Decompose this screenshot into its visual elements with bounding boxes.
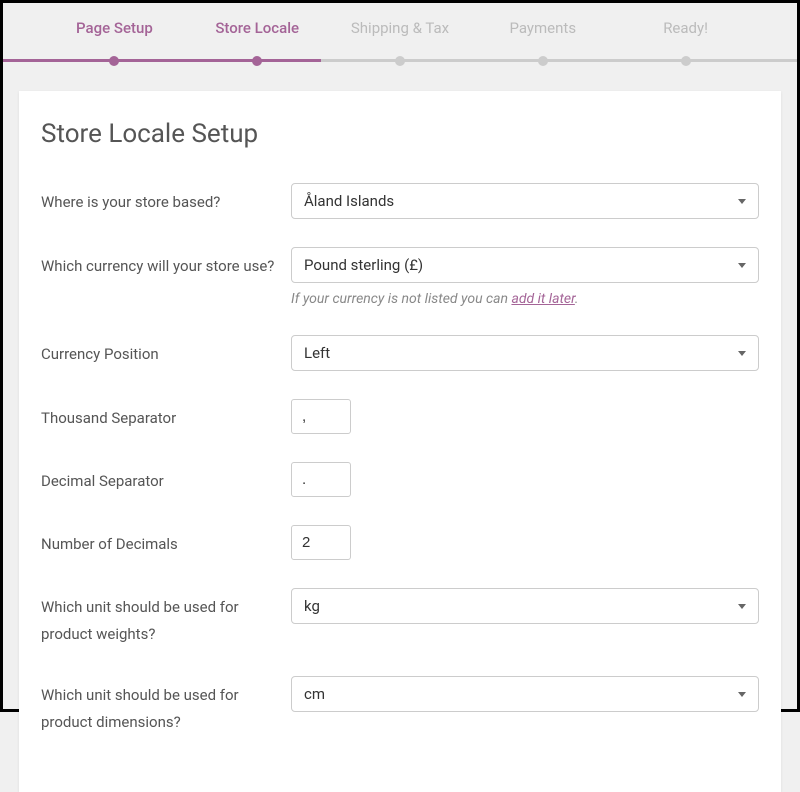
step-page-setup[interactable]: Page Setup xyxy=(43,19,186,61)
row-currency-position: Currency Position Left xyxy=(41,335,759,371)
chevron-down-icon xyxy=(738,692,746,697)
row-weight-unit: Which unit should be used for product we… xyxy=(41,588,759,648)
row-country: Where is your store based? Åland Islands xyxy=(41,183,759,219)
page-title: Store Locale Setup xyxy=(41,119,759,149)
chevron-down-icon xyxy=(738,199,746,204)
select-dimension-unit-value: cm xyxy=(304,685,325,703)
label-thousand-sep: Thousand Separator xyxy=(41,399,291,432)
select-currency-position-value: Left xyxy=(304,344,330,362)
label-decimal-sep: Decimal Separator xyxy=(41,462,291,495)
row-decimal-sep: Decimal Separator xyxy=(41,462,759,497)
select-currency-value: Pound sterling (£) xyxy=(304,256,423,274)
label-dimension-unit: Which unit should be used for product di… xyxy=(41,676,291,736)
select-country-value: Åland Islands xyxy=(304,192,394,210)
add-currency-link[interactable]: add it later xyxy=(511,291,574,307)
select-weight-unit-value: kg xyxy=(304,597,320,615)
label-country: Where is your store based? xyxy=(41,183,291,216)
input-thousand-sep[interactable] xyxy=(291,399,351,434)
chevron-down-icon xyxy=(738,263,746,268)
label-currency-position: Currency Position xyxy=(41,335,291,368)
label-num-decimals: Number of Decimals xyxy=(41,525,291,558)
select-weight-unit[interactable]: kg xyxy=(291,588,759,624)
row-thousand-sep: Thousand Separator xyxy=(41,399,759,434)
row-currency: Which currency will your store use? Poun… xyxy=(41,247,759,307)
step-ready: Ready! xyxy=(614,19,757,61)
select-currency[interactable]: Pound sterling (£) xyxy=(291,247,759,283)
currency-hint: If your currency is not listed you can a… xyxy=(291,291,759,307)
step-store-locale[interactable]: Store Locale xyxy=(186,19,329,61)
label-weight-unit: Which unit should be used for product we… xyxy=(41,588,291,648)
chevron-down-icon xyxy=(738,351,746,356)
chevron-down-icon xyxy=(738,604,746,609)
row-num-decimals: Number of Decimals xyxy=(41,525,759,560)
select-dimension-unit[interactable]: cm xyxy=(291,676,759,712)
select-currency-position[interactable]: Left xyxy=(291,335,759,371)
row-dimension-unit: Which unit should be used for product di… xyxy=(41,676,759,736)
select-country[interactable]: Åland Islands xyxy=(291,183,759,219)
step-payments: Payments xyxy=(471,19,614,61)
label-currency: Which currency will your store use? xyxy=(41,247,291,280)
wizard-steps: Page Setup Store Locale Shipping & Tax P… xyxy=(3,3,797,61)
input-decimal-sep[interactable] xyxy=(291,462,351,497)
input-num-decimals[interactable] xyxy=(291,525,351,560)
content-panel: Store Locale Setup Where is your store b… xyxy=(19,91,781,792)
step-shipping-tax: Shipping & Tax xyxy=(329,19,472,61)
